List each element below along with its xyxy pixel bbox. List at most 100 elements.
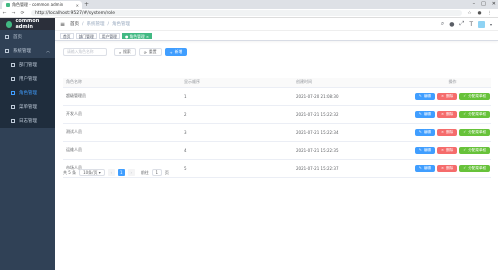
url-input[interactable]: http://localhost:9527/#/system/role bbox=[31, 10, 462, 16]
breadcrumb-home[interactable]: 首页 bbox=[70, 21, 79, 27]
assign-perm-button[interactable]: ✓ 分配菜单权 bbox=[459, 164, 491, 172]
col-header-order: 显示顺序 bbox=[181, 78, 293, 88]
main-area: ≡ 首页 / 系统管理 / 角色管理 ⌕ ● ⤢ T ▾ 首页 部门管理 用户管… bbox=[55, 18, 498, 270]
maximize-icon[interactable]: □ bbox=[481, 1, 486, 7]
log-icon bbox=[11, 119, 15, 123]
assign-perm-button[interactable]: ✓ 分配菜单权 bbox=[459, 92, 491, 100]
page-unit: 页 bbox=[164, 169, 169, 175]
edit-button-label: 编辑 bbox=[423, 165, 431, 170]
edit-button[interactable]: ✎ 编辑 bbox=[414, 164, 435, 172]
table-header-row: 角色名称 显示顺序 创建时间 操作 bbox=[63, 78, 491, 88]
add-button[interactable]: + 新增 bbox=[164, 48, 188, 56]
sidebar-item-label: 系统管理 bbox=[13, 49, 31, 54]
sidebar-item-dept[interactable]: 部门管理 bbox=[0, 58, 55, 72]
forward-icon[interactable]: → bbox=[9, 11, 18, 16]
assign-perm-button[interactable]: ✓ 分配菜单权 bbox=[459, 110, 491, 118]
sidebar-item-system[interactable]: 系统管理 ︿ bbox=[0, 44, 55, 58]
breadcrumb-sep: / bbox=[107, 21, 110, 27]
github-icon[interactable]: ● bbox=[449, 21, 454, 28]
edit-button-label: 编辑 bbox=[423, 93, 431, 98]
sidebar-logo[interactable]: common admin bbox=[0, 18, 55, 30]
new-tab-icon[interactable]: + bbox=[84, 1, 89, 8]
cell-order: 1 bbox=[181, 87, 293, 106]
tab-favicon-icon bbox=[6, 3, 10, 7]
cell-order: 5 bbox=[181, 159, 293, 178]
minimize-icon[interactable]: – bbox=[473, 1, 476, 7]
delete-button[interactable]: × 删除 bbox=[437, 110, 458, 118]
pagination: 共 5 条 10条/页 ▾ ‹ 1 › 前往 1 页 bbox=[63, 168, 169, 177]
reload-icon[interactable]: ⟳ bbox=[18, 11, 27, 16]
close-window-icon[interactable]: ✕ bbox=[492, 1, 496, 7]
hamburger-icon[interactable]: ≡ bbox=[60, 21, 65, 27]
search-bar: 请输入角色名称 ⌕ 搜索 ⟳ 重置 + 新增 bbox=[55, 44, 498, 60]
cell-time: 2021-07-20 21:08:30 bbox=[293, 87, 411, 106]
search-icon[interactable]: ⌕ bbox=[441, 20, 444, 28]
delete-icon: × bbox=[441, 130, 445, 134]
key-icon: ✓ bbox=[463, 148, 467, 152]
assign-perm-button[interactable]: ✓ 分配菜单权 bbox=[459, 146, 491, 154]
user-icon bbox=[11, 77, 15, 81]
bookmark-icon[interactable]: ☆ bbox=[468, 11, 472, 16]
sidebar-item-menu[interactable]: 菜单管理 bbox=[0, 100, 55, 114]
reset-button[interactable]: ⟳ 重置 bbox=[138, 48, 162, 56]
page-number[interactable]: 1 bbox=[117, 169, 125, 176]
edit-button-label: 编辑 bbox=[423, 111, 431, 116]
table-row: 测试人员 3 2021-07-21 15:22:34 ✎ 编辑 × 删除 ✓ 分配菜单权 bbox=[63, 123, 491, 142]
delete-button[interactable]: × 删除 bbox=[437, 146, 458, 154]
edit-button[interactable]: ✎ 编辑 bbox=[414, 110, 435, 118]
sidebar-item-log[interactable]: 日志管理 bbox=[0, 114, 55, 128]
delete-icon: × bbox=[441, 94, 445, 98]
assign-perm-label: 分配菜单权 bbox=[468, 147, 487, 152]
delete-button[interactable]: × 删除 bbox=[437, 92, 458, 100]
cell-time: 2021-07-21 15:22:34 bbox=[293, 123, 411, 142]
assign-perm-button[interactable]: ✓ 分配菜单权 bbox=[459, 128, 491, 136]
role-name-input[interactable]: 请输入角色名称 bbox=[63, 48, 107, 56]
edit-button[interactable]: ✎ 编辑 bbox=[414, 146, 435, 154]
sidebar-item-label: 用户管理 bbox=[19, 77, 37, 82]
home-icon bbox=[5, 35, 9, 39]
browser-tab[interactable]: 角色管理 - common admin ✕ bbox=[2, 1, 82, 9]
prev-page-icon[interactable]: ‹ bbox=[107, 169, 115, 176]
sidebar-item-home[interactable]: 首页 bbox=[0, 30, 55, 44]
edit-button[interactable]: ✎ 编辑 bbox=[414, 92, 435, 100]
delete-button[interactable]: × 删除 bbox=[437, 128, 458, 136]
tag-role[interactable]: ● 角色管理 × bbox=[121, 32, 153, 39]
next-page-icon[interactable]: › bbox=[127, 169, 135, 176]
edit-button-label: 编辑 bbox=[423, 147, 431, 152]
cell-order: 4 bbox=[181, 141, 293, 160]
sidebar-item-user[interactable]: 用户管理 bbox=[0, 72, 55, 86]
cell-ops: ✎ 编辑 × 删除 ✓ 分配菜单权 bbox=[411, 123, 491, 142]
font-size-icon[interactable]: T bbox=[469, 21, 473, 28]
cell-time: 2021-07-21 15:22:37 bbox=[293, 159, 411, 178]
delete-button-label: 删除 bbox=[446, 165, 454, 170]
sidebar-item-label: 首页 bbox=[13, 35, 22, 40]
edit-icon: ✎ bbox=[418, 148, 422, 152]
menu-icon[interactable]: ⋮ bbox=[488, 11, 493, 16]
delete-button-label: 删除 bbox=[446, 129, 454, 134]
cell-name: 超级管理员 bbox=[63, 87, 181, 106]
search-button[interactable]: ⌕ 搜索 bbox=[114, 48, 136, 56]
tag-dept[interactable]: 部门管理 bbox=[75, 32, 97, 39]
page-size-select[interactable]: 10条/页 ▾ bbox=[79, 169, 105, 176]
delete-icon: × bbox=[441, 148, 445, 152]
goto-page-input[interactable]: 1 bbox=[151, 169, 162, 176]
browser-tab-strip: 角色管理 - common admin ✕ + – □ ✕ bbox=[0, 0, 498, 9]
cell-ops: ✎ 编辑 × 删除 ✓ 分配菜单权 bbox=[411, 159, 491, 178]
back-icon[interactable]: ← bbox=[0, 11, 9, 16]
delete-button[interactable]: × 删除 bbox=[437, 164, 458, 172]
assign-perm-label: 分配菜单权 bbox=[468, 111, 487, 116]
edit-button[interactable]: ✎ 编辑 bbox=[414, 128, 435, 136]
add-button-label: 新增 bbox=[174, 49, 183, 54]
tag-home[interactable]: 首页 bbox=[60, 32, 74, 39]
avatar[interactable] bbox=[477, 20, 485, 28]
tab-close-icon[interactable]: ✕ bbox=[76, 3, 79, 8]
tag-user[interactable]: 用户管理 bbox=[98, 32, 120, 39]
sidebar-item-role[interactable]: 角色管理 bbox=[0, 86, 55, 100]
breadcrumb-system: 系统管理 bbox=[86, 22, 105, 27]
profile-icon[interactable]: ● bbox=[478, 11, 482, 16]
fullscreen-icon[interactable]: ⤢ bbox=[460, 20, 465, 28]
caret-down-icon[interactable]: ▾ bbox=[490, 22, 492, 27]
table-row: 开发人员 2 2021-07-21 15:22:32 ✎ 编辑 × 删除 ✓ 分配菜单权 bbox=[63, 105, 491, 124]
delete-icon: × bbox=[441, 112, 445, 116]
page-size-value: 10条/页 bbox=[83, 169, 98, 175]
